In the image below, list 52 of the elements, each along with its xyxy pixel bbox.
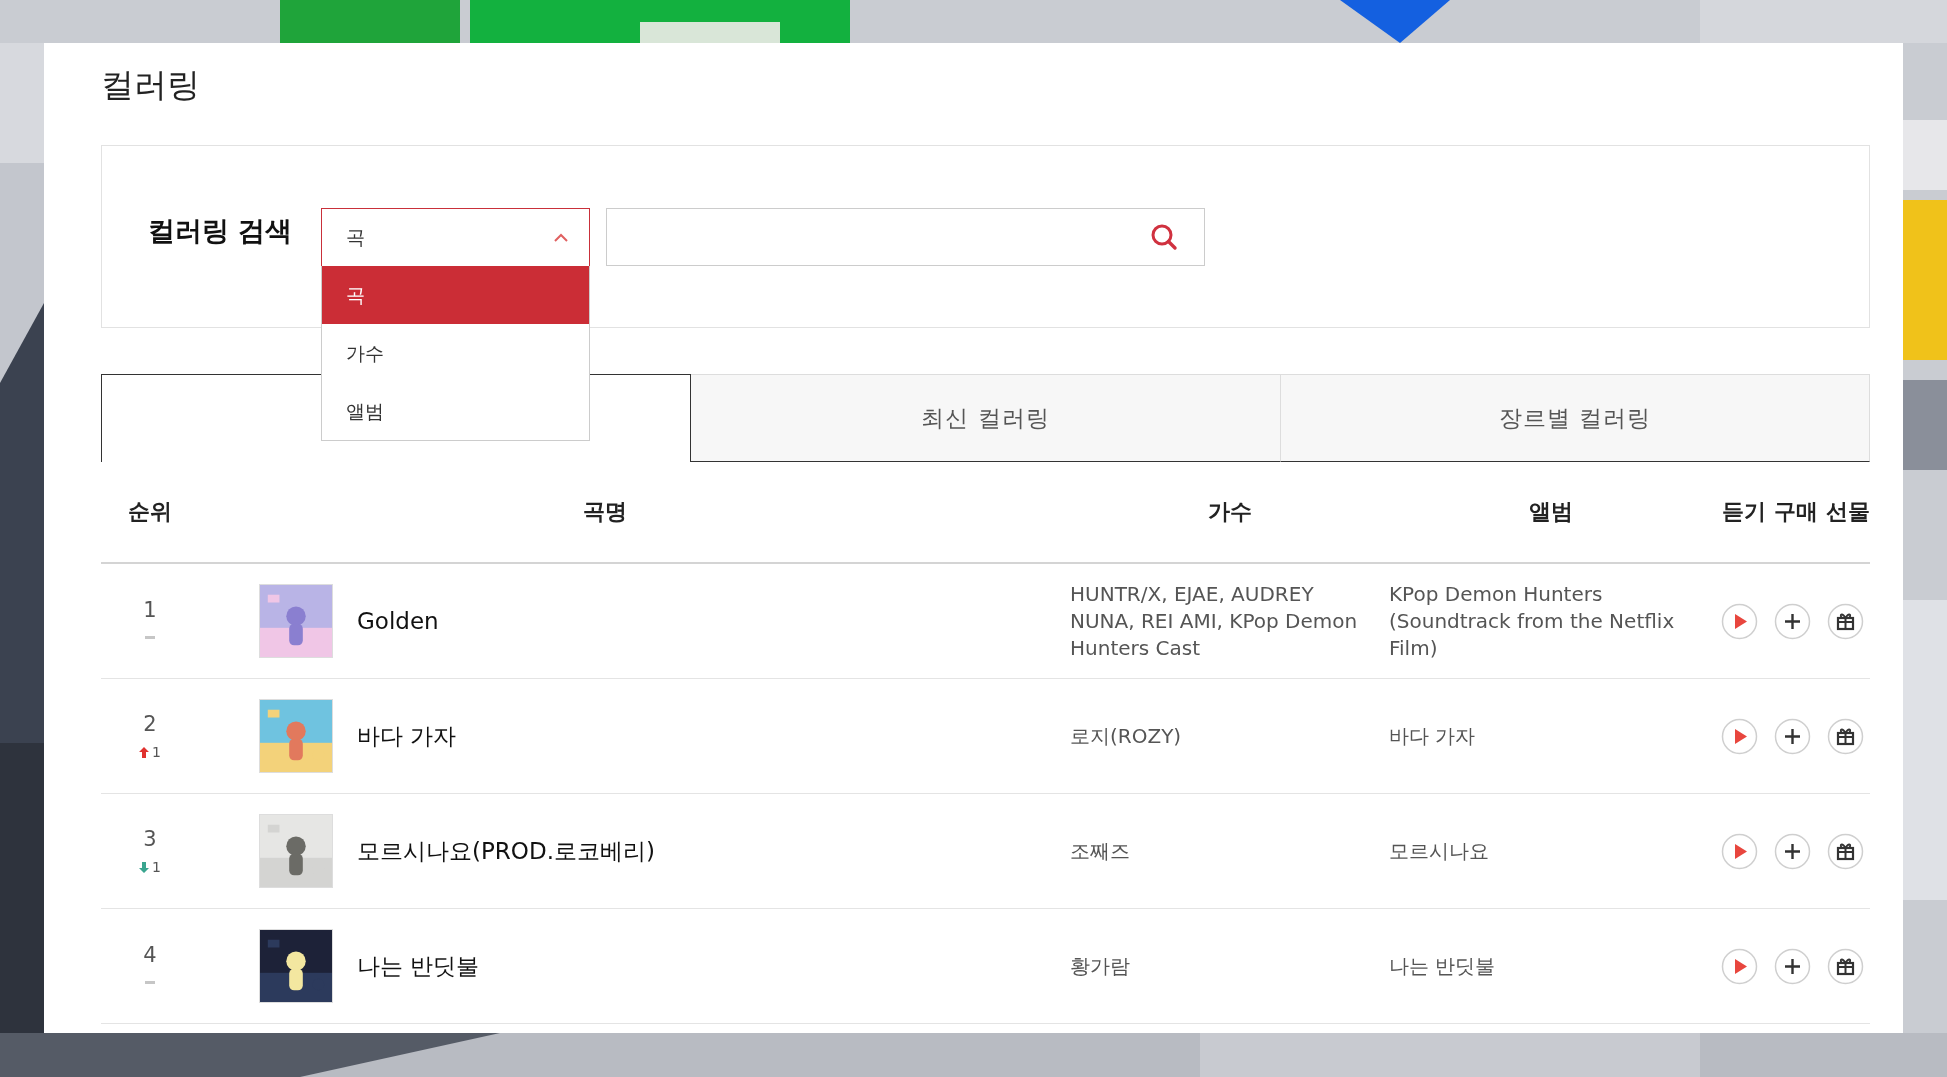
rank-number: 3 (143, 827, 157, 851)
add-button[interactable] (1774, 947, 1811, 985)
artist-name[interactable]: 로지(ROZY) (1070, 722, 1389, 750)
column-header: 선물 (1826, 498, 1870, 526)
tab[interactable]: 최신 컬러링 (691, 374, 1281, 462)
category-select[interactable]: 곡 (321, 208, 590, 266)
song-title[interactable]: 나는 반딧불 (357, 950, 1070, 982)
rank-change: 1 (152, 744, 161, 760)
artist-name[interactable]: 조째즈 (1070, 837, 1389, 865)
song-title[interactable]: 바다 가자 (357, 720, 1070, 752)
play-button[interactable] (1721, 717, 1758, 755)
chevron-icon (553, 232, 569, 243)
column-header: 가수 (1206, 498, 1253, 526)
album-name[interactable]: 바다 가자 (1389, 722, 1712, 750)
add-button[interactable] (1774, 602, 1811, 640)
rank-number: 1 (143, 597, 157, 622)
column-header: 구매 (1774, 498, 1818, 526)
album-name[interactable]: 나는 반딧불 (1389, 952, 1712, 980)
gift-button[interactable] (1827, 947, 1864, 985)
dropdown-option[interactable]: 가수 (322, 324, 589, 382)
dropdown-option[interactable]: 앨범 (322, 382, 589, 440)
gift-button[interactable] (1827, 717, 1864, 755)
artist-name[interactable]: 황가람 (1070, 952, 1389, 980)
column-header: 순위 (127, 498, 173, 526)
artist-name[interactable]: HUNTR/X, EJAE, AUDREY NUNA, REI AMI, KPop Demon Hunters Cast (1070, 580, 1389, 662)
column-header: 곡명 (581, 498, 628, 526)
column-header: 듣기 (1722, 498, 1766, 526)
play-button[interactable] (1721, 602, 1758, 640)
play-button[interactable] (1721, 947, 1758, 985)
tab[interactable]: 장르별 컬러링 (1280, 374, 1870, 462)
column-header: 앨범 (1527, 498, 1574, 526)
search-field[interactable] (606, 208, 1205, 266)
up-arrow-icon (139, 746, 150, 758)
page-title: 컬러링 (101, 64, 201, 106)
song-title[interactable]: 모르시나요(PROD.로코베리) (357, 835, 1070, 867)
search-icon[interactable] (1150, 223, 1178, 251)
no-change-icon (145, 635, 155, 639)
rank-number: 4 (143, 942, 157, 967)
rank-number: 2 (143, 712, 157, 736)
song-title[interactable]: Golden (357, 608, 1070, 634)
add-button[interactable] (1774, 832, 1811, 870)
dropdown-option[interactable]: 곡 (322, 266, 589, 324)
no-change-icon (145, 980, 155, 984)
gift-button[interactable] (1827, 832, 1864, 870)
down-arrow-icon (139, 861, 150, 873)
play-button[interactable] (1721, 832, 1758, 870)
search-label: 컬러링 검색 (148, 214, 294, 248)
gift-button[interactable] (1827, 602, 1864, 640)
add-button[interactable] (1774, 717, 1811, 755)
album-name[interactable]: KPop Demon Hunters (Soundtrack from the Netflix Film) (1389, 580, 1712, 662)
album-name[interactable]: 모르시나요 (1389, 837, 1712, 865)
rank-change: 1 (152, 859, 161, 875)
